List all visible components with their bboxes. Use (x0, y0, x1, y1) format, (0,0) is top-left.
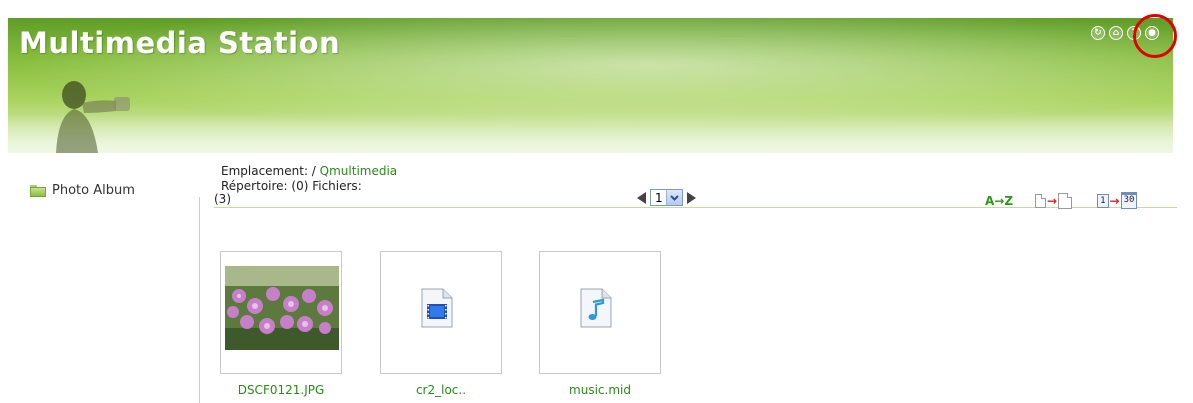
folder-icon (30, 184, 46, 197)
sidebar-divider (199, 197, 200, 403)
sidebar-item-photo-album[interactable]: Photo Album (30, 183, 135, 198)
photo-preview-image (225, 266, 339, 350)
breadcrumb-prefix: Emplacement: / (221, 164, 316, 178)
app-title: Multimedia Station (19, 26, 341, 60)
highlight-circle-annotation (1133, 14, 1177, 58)
pager: 1 (637, 189, 696, 206)
chevron-down-icon[interactable] (665, 190, 682, 205)
large-document-icon (1058, 192, 1073, 209)
file-thumbnail-audio[interactable] (539, 251, 661, 374)
per-page-to: 30 (1120, 192, 1138, 209)
file-thumbnail-video[interactable] (380, 251, 502, 374)
items-per-page-button[interactable]: 1 → 30 (1097, 192, 1138, 209)
home-icon[interactable]: ⌂ (1109, 26, 1123, 40)
next-page-icon[interactable] (686, 191, 696, 204)
breadcrumb: Emplacement: / Qmultimedia (221, 164, 397, 178)
directory-info: Répertoire: (0) Fichiers: (221, 179, 362, 193)
file-count: (3) (214, 192, 231, 206)
previous-page-icon[interactable] (637, 191, 646, 204)
arrow-right-icon: → (1109, 193, 1120, 208)
sidebar-item-label: Photo Album (52, 183, 135, 198)
refresh-icon[interactable]: ↻ (1091, 26, 1105, 40)
breadcrumb-link-qmultimedia[interactable]: Qmultimedia (320, 164, 398, 178)
file-thumbnail-image[interactable] (220, 251, 342, 374)
arrow-right-icon: → (1047, 193, 1058, 208)
sort-az-button[interactable]: A→Z (985, 194, 1013, 208)
file-name[interactable]: music.mid (535, 383, 665, 397)
file-name[interactable]: cr2_loc.. (376, 383, 506, 397)
file-name[interactable]: DSCF0121.JPG (216, 383, 346, 397)
video-file-icon (421, 288, 453, 328)
header-banner: Multimedia Station ↻ ⌂ ? ● (8, 18, 1173, 153)
view-toolbar: A→Z → 1 → 30 (985, 192, 1138, 209)
small-document-icon (1035, 193, 1047, 208)
per-page-from: 1 (1097, 193, 1109, 208)
banner-person-illustration (56, 81, 130, 153)
page-select-value: 1 (655, 190, 663, 205)
page-select[interactable]: 1 (650, 189, 683, 206)
thumbnail-size-button[interactable]: → (1035, 192, 1073, 209)
music-file-icon (580, 288, 612, 328)
